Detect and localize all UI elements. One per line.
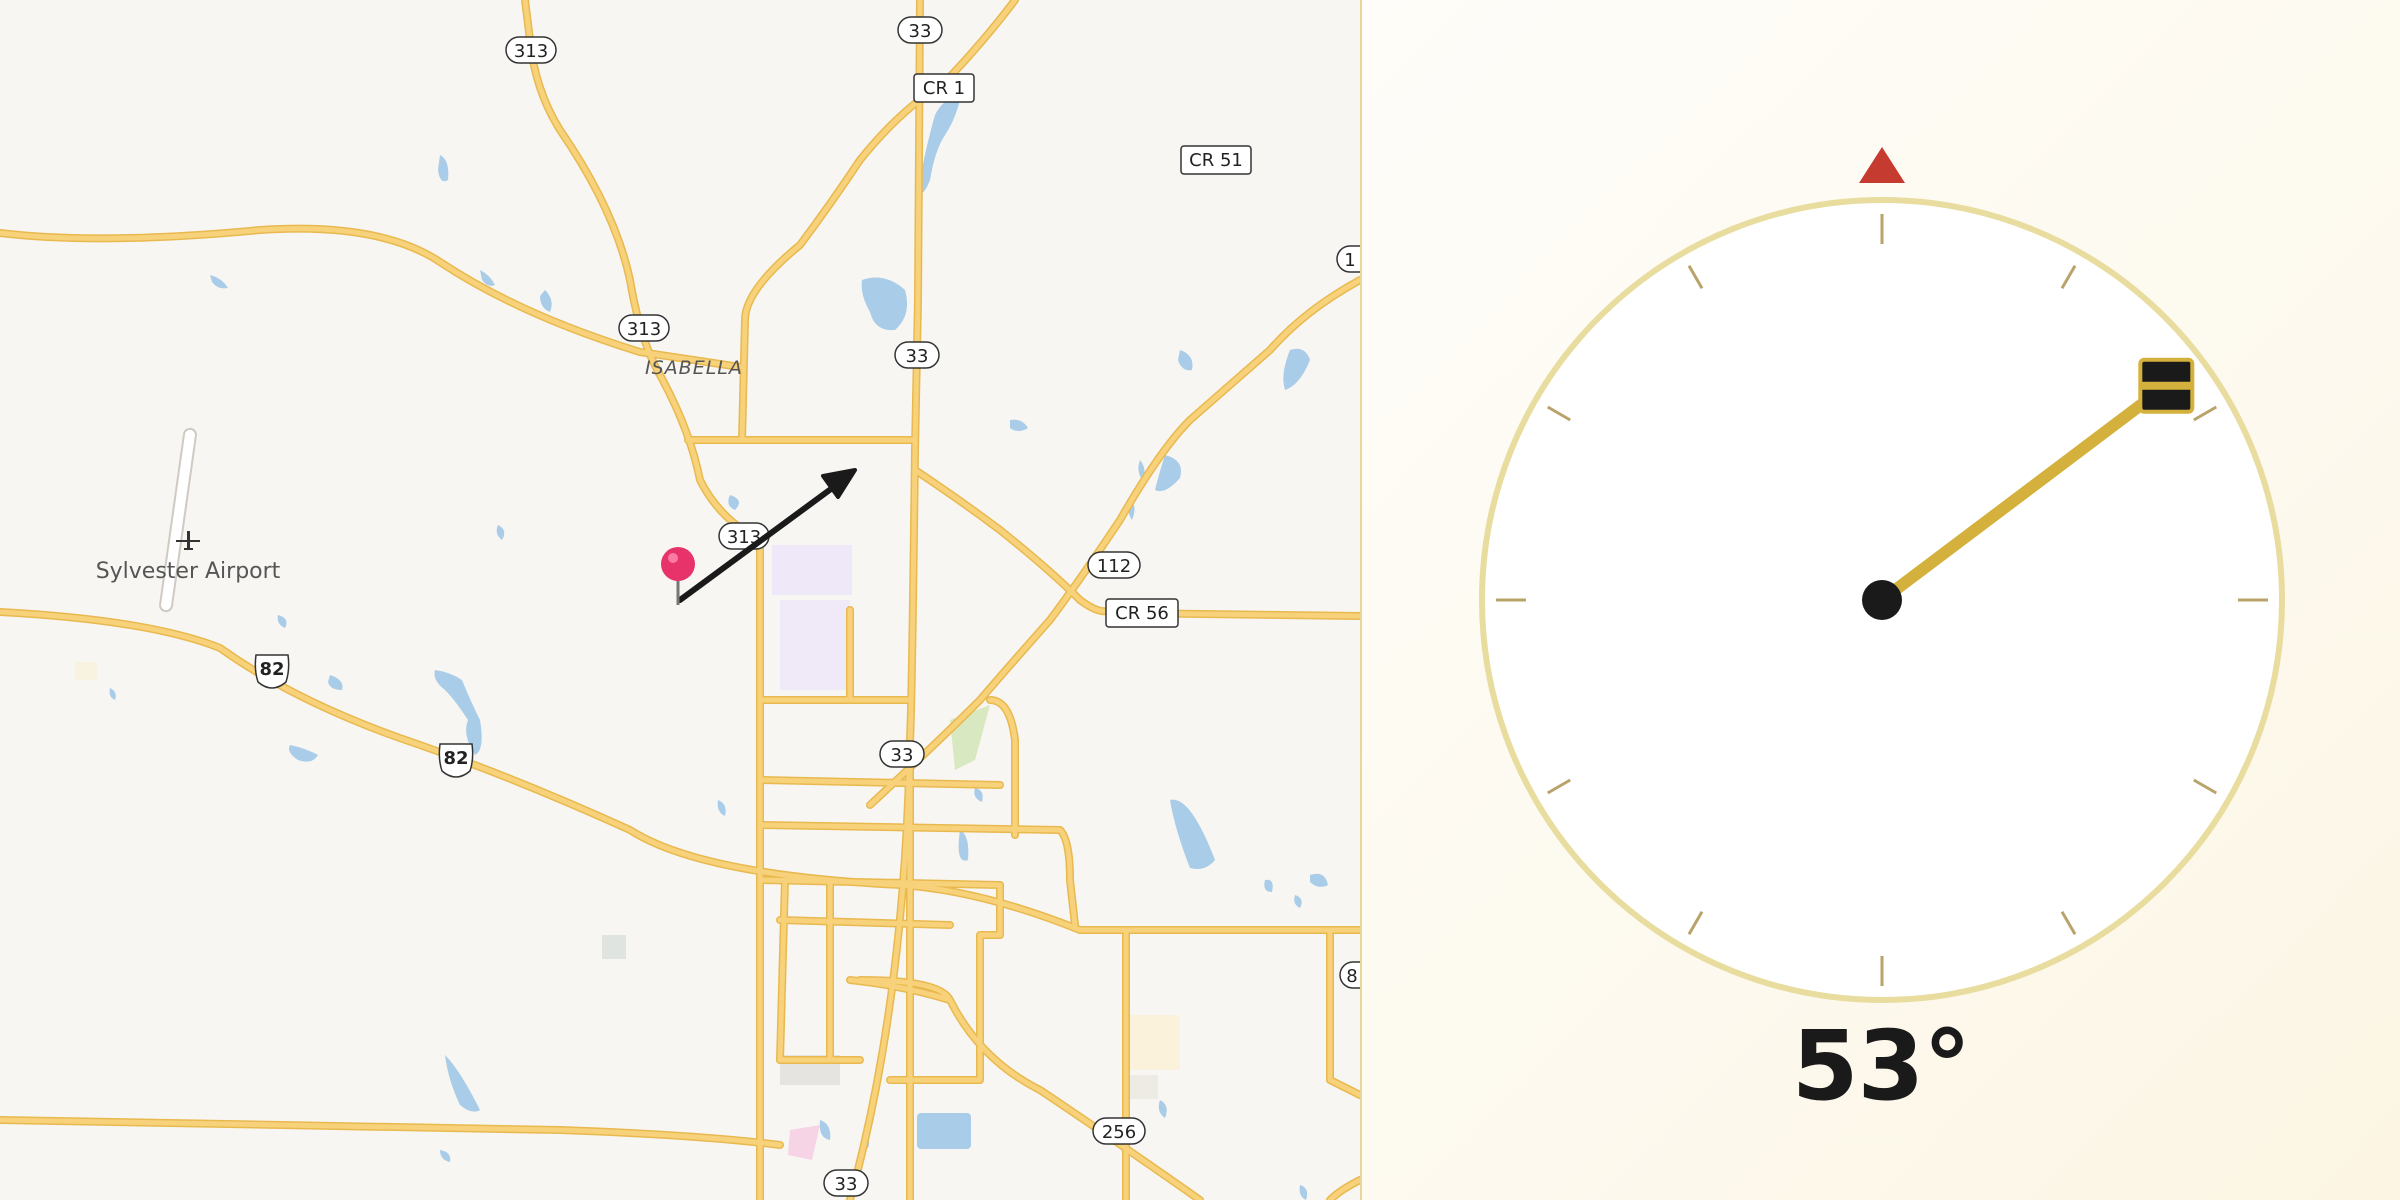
svg-text:CR 56: CR 56 <box>1115 603 1169 624</box>
svg-text:CR 1: CR 1 <box>923 78 965 99</box>
needle-end-cap <box>2138 357 2195 414</box>
svg-text:313: 313 <box>627 319 661 340</box>
place-label-airport: Sylvester Airport <box>96 559 281 584</box>
svg-text:82: 82 <box>443 748 468 769</box>
route-shield-33: 33 <box>894 341 940 369</box>
svg-text:8: 8 <box>1346 966 1357 987</box>
svg-text:33: 33 <box>891 745 914 766</box>
svg-text:313: 313 <box>514 41 548 62</box>
svg-text:1: 1 <box>1344 250 1355 271</box>
compass-panel: 53° <box>1362 0 2400 1200</box>
route-shield-112: 112 <box>1087 551 1141 579</box>
route-shield-256: 256 <box>1092 1117 1146 1145</box>
svg-text:CR 51: CR 51 <box>1189 150 1243 171</box>
heading-readout: 53° <box>1791 1010 1972 1122</box>
route-shield-33: 33 <box>823 1169 869 1197</box>
route-shield-edge: 1 <box>1336 245 1360 273</box>
route-shield-313: 313 <box>505 36 557 64</box>
us-highway-shield-82: 82 <box>438 743 474 778</box>
land-use-areas <box>75 545 1180 1160</box>
us-highway-shield-82: 82 <box>254 654 290 689</box>
airport-runway <box>159 427 197 613</box>
svg-text:33: 33 <box>835 1174 858 1195</box>
map-canvas[interactable]: ISABELLA Sylvester Airport 313 313 313 3… <box>0 0 1360 1200</box>
map-view[interactable]: ISABELLA Sylvester Airport 313 313 313 3… <box>0 0 1360 1200</box>
route-shield-313: 313 <box>618 314 670 342</box>
north-marker-icon <box>1859 147 1905 183</box>
svg-text:82: 82 <box>259 659 284 680</box>
route-shield-313: 313 <box>718 522 770 550</box>
route-shield-33: 33 <box>897 16 943 44</box>
place-label-isabella: ISABELLA <box>645 357 743 379</box>
svg-text:33: 33 <box>906 346 929 367</box>
county-road-shield-cr51: CR 51 <box>1180 145 1252 175</box>
county-road-shield-cr1: CR 1 <box>913 73 975 103</box>
route-shield-33: 33 <box>879 740 925 768</box>
compass-hub <box>1862 580 1902 620</box>
route-shield-edge: 8 <box>1339 961 1360 989</box>
county-road-shield-cr56: CR 56 <box>1105 598 1179 628</box>
svg-text:112: 112 <box>1097 556 1131 577</box>
svg-text:256: 256 <box>1102 1122 1136 1143</box>
svg-text:33: 33 <box>909 21 932 42</box>
